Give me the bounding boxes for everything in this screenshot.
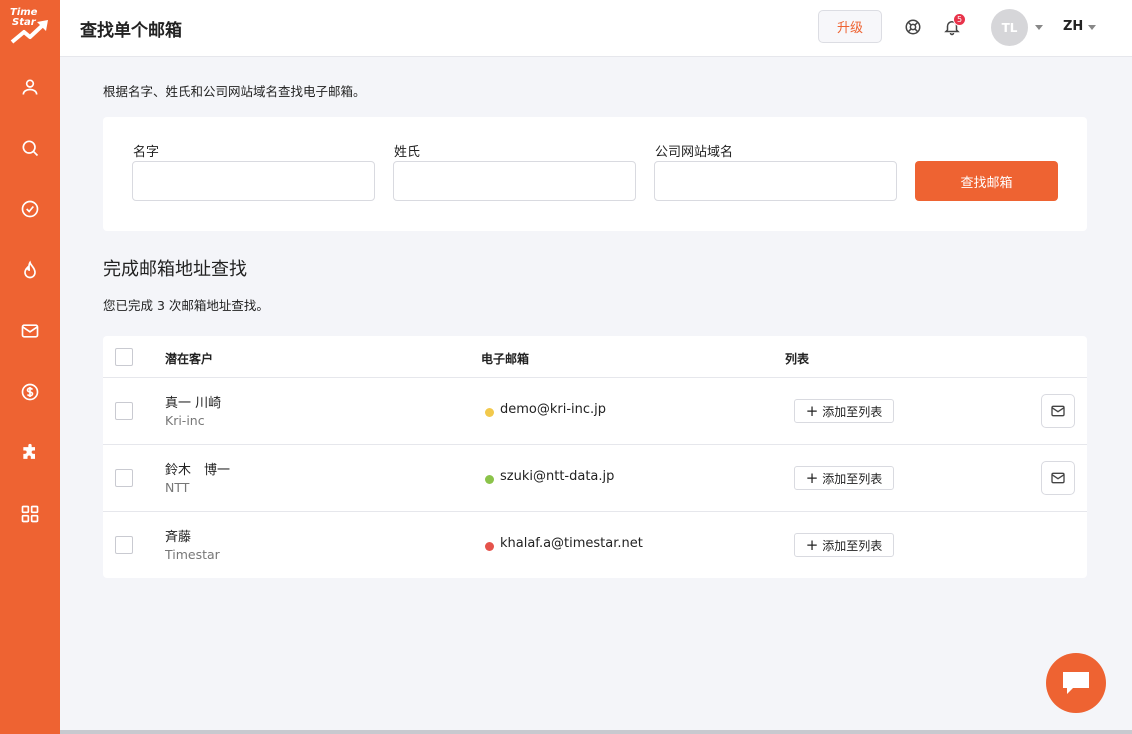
domain-input[interactable] xyxy=(654,161,897,201)
first-name-input[interactable] xyxy=(132,161,375,201)
notification-badge: 5 xyxy=(953,13,966,26)
prospect-name: 鈴木 博一 xyxy=(165,463,231,478)
last-name-label: 姓氏 xyxy=(394,145,421,160)
lifebuoy-icon xyxy=(905,19,921,35)
status-dot xyxy=(485,475,494,484)
last-name-input[interactable] xyxy=(393,161,636,201)
check-circle-icon xyxy=(21,200,39,218)
domain-label: 公司网站域名 xyxy=(655,145,734,160)
search-form: 名字 姓氏 公司网站域名 查找邮箱 xyxy=(103,117,1087,231)
prospect-name: 真一 川崎 xyxy=(165,396,222,411)
table-row: 鈴木 博一 NTT szuki@ntt-data.jp + 添加至列表 xyxy=(103,444,1087,511)
sidebar-item-apps[interactable] xyxy=(18,502,42,526)
prospect-company: Kri-inc xyxy=(165,413,205,428)
user-icon xyxy=(22,79,38,95)
page-title: 查找单个邮箱 xyxy=(80,21,182,41)
help-button[interactable] xyxy=(902,16,924,38)
upgrade-button[interactable]: 升级 xyxy=(818,10,882,43)
send-email-button[interactable] xyxy=(1041,394,1075,428)
sidebar-item-contacts[interactable] xyxy=(18,75,42,99)
prospect-email: khalaf.a@timestar.net xyxy=(500,536,643,551)
prospect-email: szuki@ntt-data.jp xyxy=(500,469,615,484)
plus-icon: + xyxy=(805,468,819,487)
add-to-list-button[interactable]: + 添加至列表 xyxy=(794,533,894,557)
avatar[interactable]: TL xyxy=(991,9,1028,46)
top-bar: 查找单个邮箱 升级 5 TL ZH xyxy=(60,0,1132,57)
column-header-email: 电子邮箱 xyxy=(481,352,530,366)
sidebar-item-mail[interactable] xyxy=(18,319,42,343)
sidebar-item-hot[interactable] xyxy=(18,258,42,282)
plus-icon: + xyxy=(805,535,819,554)
row-checkbox[interactable] xyxy=(115,536,133,554)
trend-arrow-icon xyxy=(10,20,48,44)
mail-icon xyxy=(1051,405,1065,417)
sidebar-item-integrations[interactable] xyxy=(18,441,42,465)
results-subtitle: 您已完成 3 次邮箱地址查找。 xyxy=(103,298,269,313)
prospect-company: Timestar xyxy=(165,547,220,562)
puzzle-icon xyxy=(23,443,35,459)
column-header-list: 列表 xyxy=(785,352,810,366)
language-selector[interactable]: ZH xyxy=(1063,19,1083,34)
chat-button[interactable] xyxy=(1046,653,1106,713)
intro-text: 根据名字、姓氏和公司网站域名查找电子邮箱。 xyxy=(103,84,366,99)
prospect-company: NTT xyxy=(165,480,190,495)
table-row: 斉藤 Timestar khalaf.a@timestar.net + 添加至列表 xyxy=(103,511,1087,578)
window-bottom-edge xyxy=(60,730,1132,734)
row-checkbox[interactable] xyxy=(115,402,133,420)
mail-icon xyxy=(21,324,39,338)
first-name-label: 名字 xyxy=(133,145,160,160)
dollar-icon xyxy=(21,383,39,401)
column-header-prospect: 潜在客户 xyxy=(165,352,214,366)
add-to-list-button[interactable]: + 添加至列表 xyxy=(794,399,894,423)
prospect-email: demo@kri-inc.jp xyxy=(500,402,607,417)
chat-bubble-icon xyxy=(1063,672,1089,694)
plus-icon: + xyxy=(805,401,819,420)
results-table: 潜在客户 电子邮箱 列表 真一 川崎 Kri-inc demo@kri-inc.… xyxy=(103,336,1087,578)
grid-icon xyxy=(21,505,39,523)
status-dot xyxy=(485,542,494,551)
status-dot xyxy=(485,408,494,417)
notifications-button[interactable]: 5 xyxy=(941,13,966,38)
sidebar-item-billing[interactable] xyxy=(18,380,42,404)
send-email-button[interactable] xyxy=(1041,461,1075,495)
sidebar-item-search[interactable] xyxy=(18,136,42,160)
chevron-down-icon[interactable] xyxy=(1088,25,1096,30)
add-to-list-button[interactable]: + 添加至列表 xyxy=(794,466,894,490)
flame-icon xyxy=(24,260,36,279)
results-title: 完成邮箱地址查找 xyxy=(103,259,247,280)
chevron-down-icon[interactable] xyxy=(1035,25,1043,30)
search-icon xyxy=(22,140,39,157)
row-checkbox[interactable] xyxy=(115,469,133,487)
select-all-checkbox[interactable] xyxy=(115,348,133,366)
timestar-logo[interactable]: Time Star xyxy=(8,8,52,48)
table-row: 真一 川崎 Kri-inc demo@kri-inc.jp + 添加至列表 xyxy=(103,377,1087,444)
sidebar-item-verify[interactable] xyxy=(18,197,42,221)
prospect-name: 斉藤 xyxy=(165,530,192,545)
find-email-button[interactable]: 查找邮箱 xyxy=(915,161,1058,201)
sidebar: Time Star xyxy=(0,0,60,734)
mail-icon xyxy=(1051,472,1065,484)
